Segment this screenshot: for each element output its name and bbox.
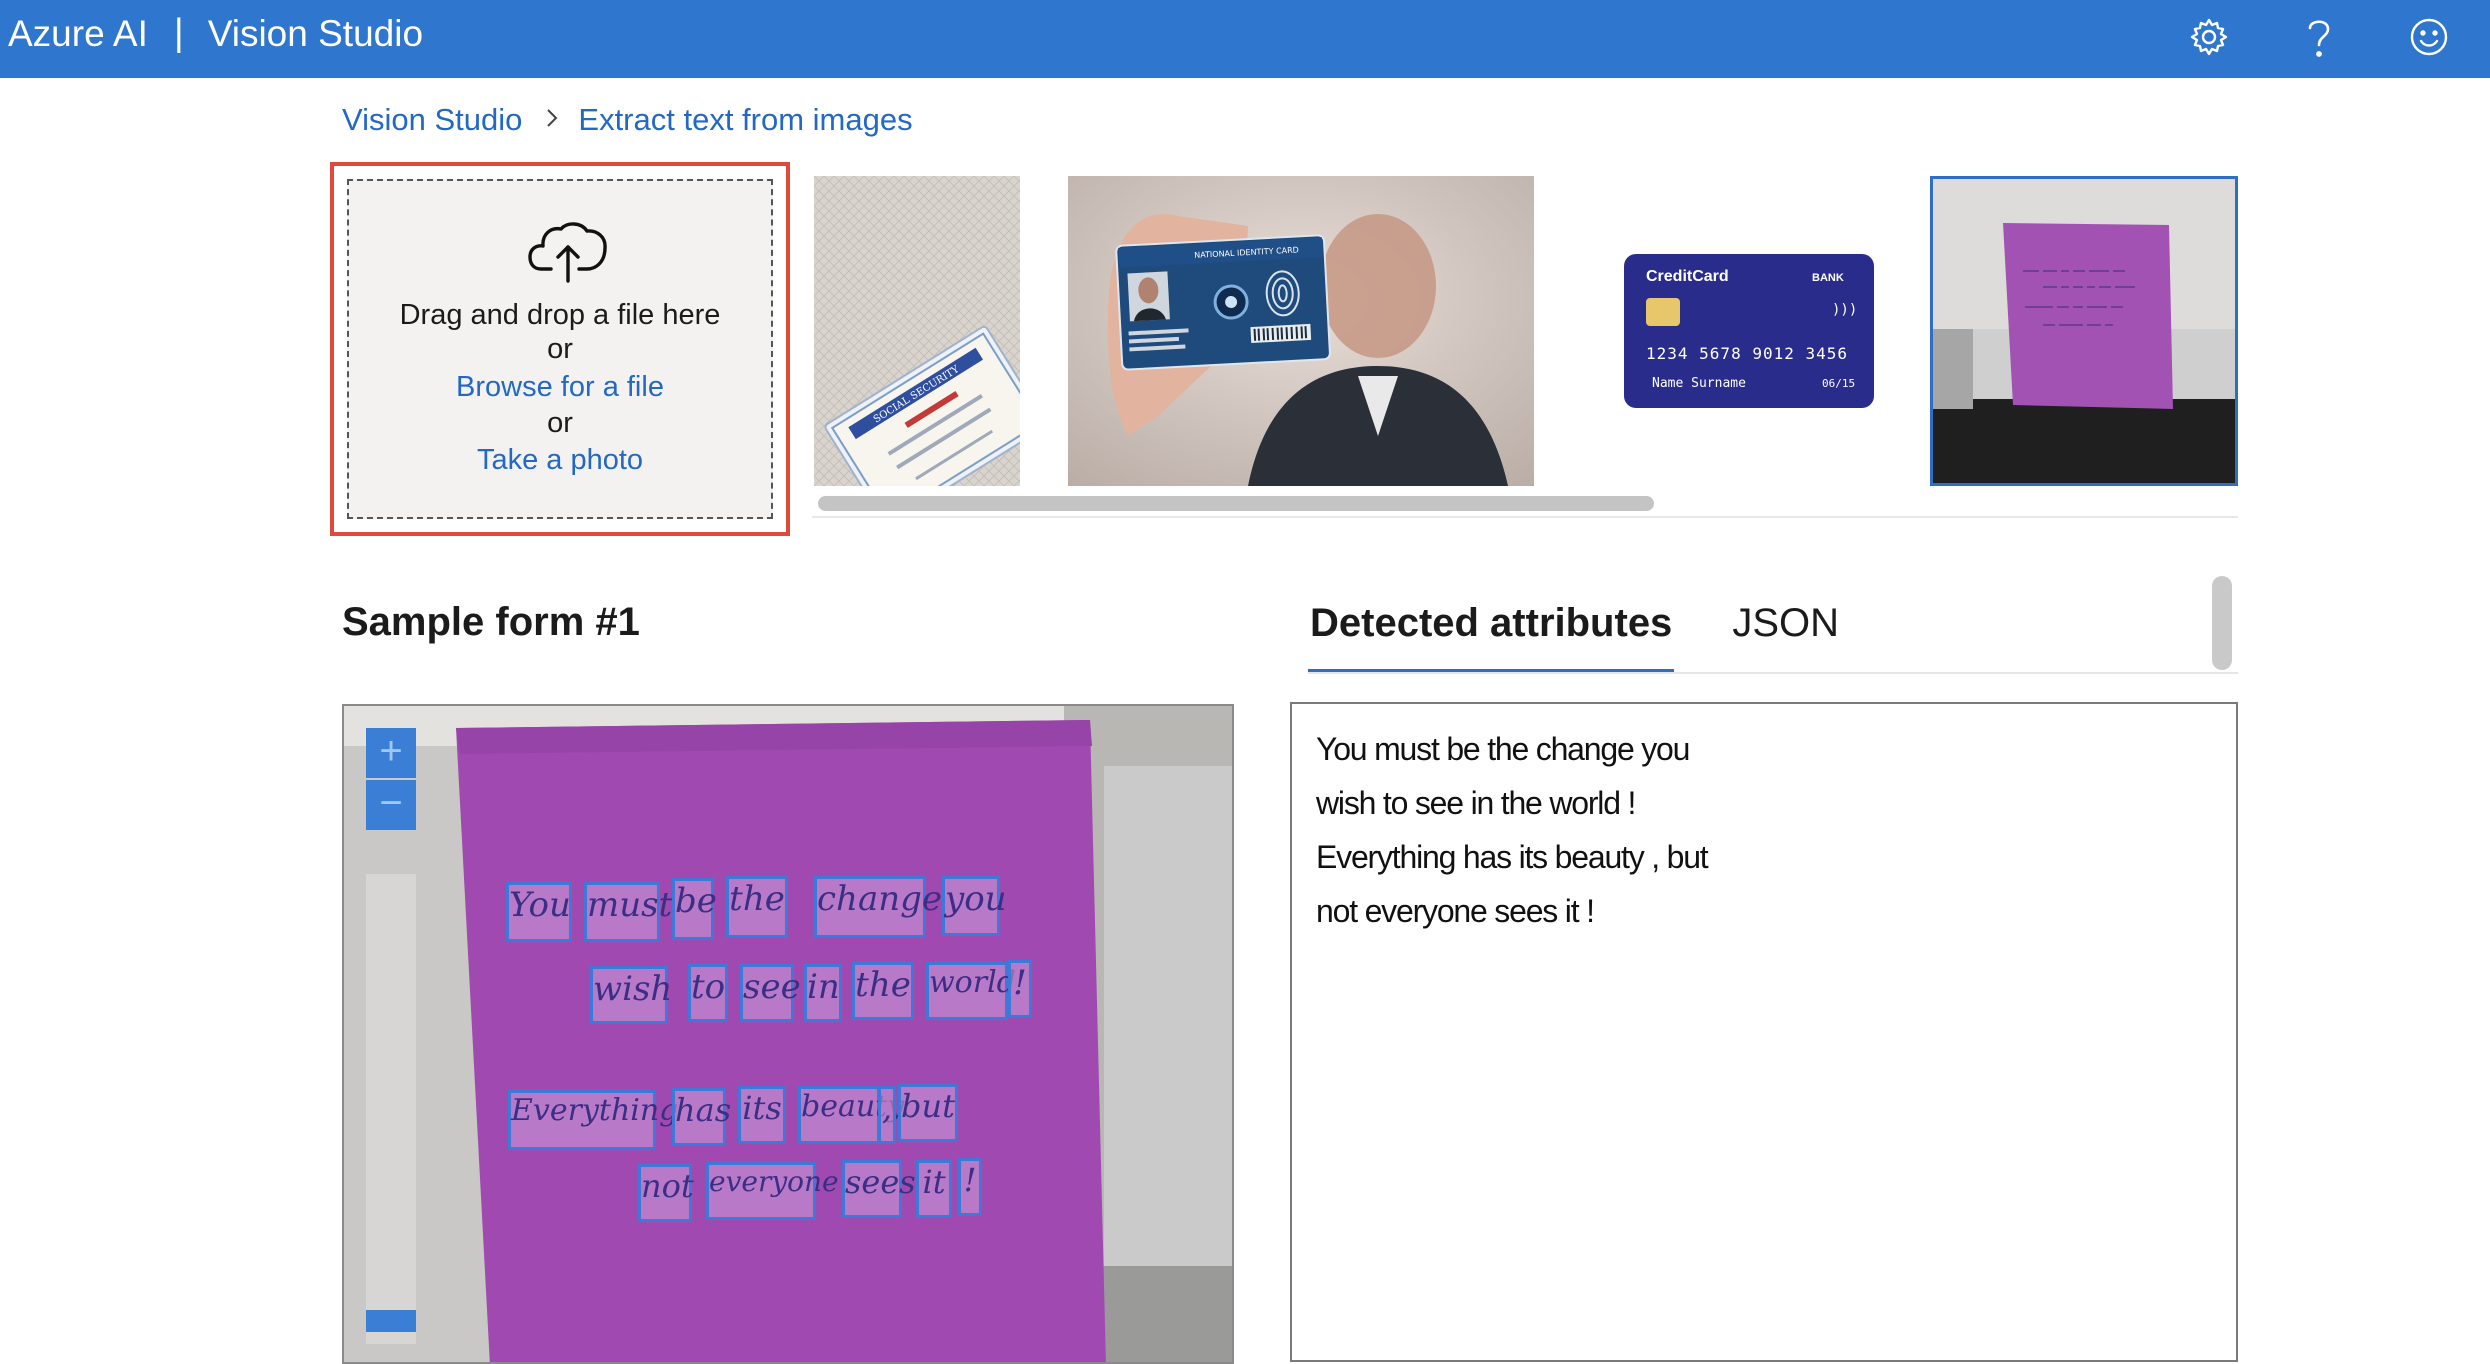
detected-text-panel: You must be the change you wish to see i… [1290,702,2238,1362]
brand-azure-ai: Azure AI [8,12,148,54]
sample-thumb-sticky-note[interactable] [1930,176,2238,486]
word-box[interactable]: it [916,1160,952,1218]
image-viewer[interactable]: You must be the change you wish to see i… [342,704,1234,1364]
word-box[interactable]: to [688,964,728,1022]
word-box[interactable]: wish [590,966,672,1024]
word-box[interactable]: be [672,878,717,940]
file-drop-zone[interactable]: Drag and drop a file here or Browse for … [347,179,773,519]
sample-image-strip: SOCIAL SECURITY NATIONAL IDENTITY CARD C… [812,176,2238,488]
chevron-right-icon [544,104,560,136]
sample-thumb-social-security[interactable]: SOCIAL SECURITY [814,176,1020,486]
tabs-divider [1308,672,2238,674]
tab-json[interactable]: JSON [1730,598,1841,674]
upload-highlight: Drag and drop a file here or Browse for … [330,162,790,536]
brand-separator: | [173,12,184,54]
breadcrumb-extract-text[interactable]: Extract text from images [578,102,912,138]
credit-card: CreditCard BANK ))) 1234 5678 9012 3456 … [1624,254,1874,408]
word-box[interactable]: sees [842,1160,916,1218]
browse-file-link[interactable]: Browse for a file [349,371,771,404]
or-text: or [547,407,573,439]
word-box[interactable]: everyone [706,1162,839,1220]
word-box[interactable]: the [726,876,788,938]
gear-icon[interactable] [2184,12,2234,62]
result-line: not everyone sees it ! [1316,893,1595,929]
zoom-in-button[interactable]: + [366,728,416,778]
contactless-icon: ))) [1832,302,1858,318]
sample-strip-scrollbar[interactable] [812,492,2238,518]
word-box[interactable]: beauty [798,1086,904,1144]
word-box[interactable]: not [638,1164,694,1222]
word-box[interactable]: , [878,1086,896,1144]
breadcrumb: Vision Studio Extract text from images [342,102,913,138]
or-text: or [547,333,573,365]
word-box[interactable]: has [672,1088,731,1146]
result-tabs: Detected attributes JSON [1308,598,1897,674]
chip-icon [1646,298,1680,326]
word-box[interactable]: change [814,876,942,938]
word-box[interactable]: the [852,962,914,1020]
help-icon[interactable] [2294,12,2344,62]
zoom-slider-handle[interactable] [366,1310,416,1332]
credit-card-number: 1234 5678 9012 3456 [1646,344,1849,363]
result-line: wish to see in the world ! [1316,785,1636,821]
top-bar: Azure AI | Vision Studio [0,0,2490,78]
breadcrumb-vision-studio[interactable]: Vision Studio [342,102,522,138]
panel-scrollbar[interactable] [2212,576,2232,670]
zoom-slider-track[interactable] [366,874,416,1344]
credit-card-bank: BANK [1812,272,1844,284]
sample-strip-scroll-thumb[interactable] [818,496,1654,511]
result-line: Everything has its beauty , but [1316,839,1709,875]
word-box[interactable]: must [584,882,672,942]
sample-form-title: Sample form #1 [342,600,640,644]
credit-card-brand: CreditCard [1646,268,1729,285]
tab-detected-attributes[interactable]: Detected attributes [1308,598,1675,674]
word-box[interactable]: ! [958,1158,982,1216]
zoom-out-button[interactable]: − [366,780,416,830]
word-box[interactable]: world [926,962,1016,1020]
word-box[interactable]: in [804,964,842,1022]
credit-card-name: Name Surname [1652,376,1746,391]
drag-drop-text: Drag and drop a file here [399,299,721,331]
feedback-smiley-icon[interactable] [2404,12,2454,62]
sample-thumb-id-card[interactable]: NATIONAL IDENTITY CARD [1068,176,1534,486]
credit-card-expiry: 06/15 [1822,377,1856,390]
word-box[interactable]: but [898,1084,958,1142]
result-line: You must be the change you [1316,731,1690,767]
word-box[interactable]: Everything [508,1090,678,1150]
brand-vision-studio[interactable]: Vision Studio [208,13,423,55]
word-overlay: You must be the change you wish to see i… [344,706,1232,1362]
word-box[interactable]: ! [1008,960,1032,1018]
word-box[interactable]: You [506,882,572,942]
cloud-upload-icon [528,222,607,283]
brand: Azure AI | Vision Studio [8,12,423,55]
word-box[interactable]: its [738,1086,786,1144]
word-box[interactable]: you [942,876,1007,936]
take-photo-link[interactable]: Take a photo [349,444,771,477]
word-box[interactable]: see [740,964,801,1022]
